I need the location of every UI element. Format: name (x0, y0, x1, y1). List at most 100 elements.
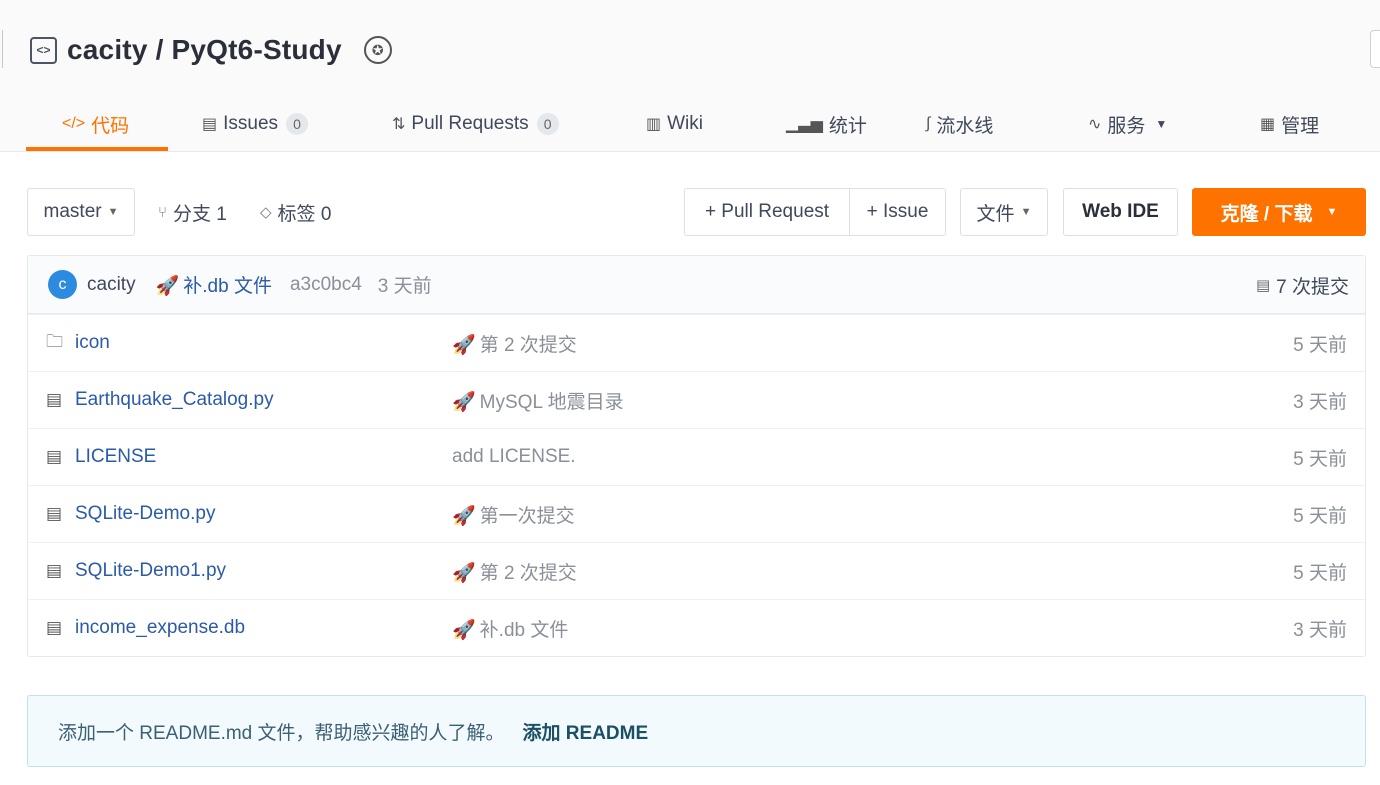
table-row[interactable]: ▤ Earthquake_Catalog.py 🚀 MySQL 地震目录 3 天前 (28, 371, 1365, 428)
rocket-icon: 🚀 (452, 334, 476, 356)
file-name[interactable]: SQLite-Demo.py (75, 503, 215, 525)
repo-title[interactable]: cacity / PyQt6-Study (67, 34, 342, 66)
clone-download-button[interactable]: 克隆 / 下载 ▼ (1192, 188, 1366, 236)
file-commit-message-text: 补.db 文件 (479, 619, 569, 641)
commit-message[interactable]: 🚀 补.db 文件 (156, 271, 272, 298)
commits-count-label: 7 次提交 (1276, 276, 1349, 298)
branch-icon: ⑂ (158, 203, 168, 221)
manage-doc-icon: ▦ (1260, 116, 1276, 133)
file-commit-message[interactable]: 🚀 第一次提交 (452, 501, 575, 528)
file-commit-message[interactable]: 🚀 补.db 文件 (452, 615, 568, 642)
issue-label: + Issue (866, 201, 929, 222)
tab-wiki[interactable]: ▥ Wiki (646, 96, 703, 152)
repo-header: <> cacity / PyQt6-Study ✪ </> 代码 ▤ Issue… (0, 0, 1380, 152)
issues-icon: ▤ (202, 116, 218, 133)
new-pull-request-button[interactable]: + Pull Request (684, 188, 850, 236)
file-commit-message-text: 第 2 次提交 (479, 334, 577, 356)
tab-pull-requests[interactable]: ⇅ Pull Requests 0 (392, 96, 559, 152)
tab-label: 流水线 (936, 115, 994, 137)
table-row[interactable]: ▤ LICENSE add LICENSE. 5 天前 (28, 428, 1365, 485)
file-time: 5 天前 (1293, 562, 1347, 584)
tab-label: 统计 (828, 115, 867, 137)
clone-label: 克隆 / 下载 (1220, 203, 1313, 225)
file-commit-message[interactable]: 🚀 第 2 次提交 (452, 558, 577, 585)
tab-label: 管理 (1281, 115, 1320, 137)
commit-hash[interactable]: a3c0bc4 (290, 274, 362, 296)
tab-code[interactable]: </> 代码 (62, 96, 129, 152)
web-ide-button[interactable]: Web IDE (1063, 188, 1178, 236)
table-row[interactable]: ▤ SQLite-Demo1.py 🚀 第 2 次提交 5 天前 (28, 542, 1365, 599)
commit-message-text: 补.db 文件 (183, 276, 272, 297)
file-time: 5 天前 (1293, 448, 1347, 470)
file-name[interactable]: LICENSE (75, 446, 156, 468)
wiki-book-icon: ▥ (646, 116, 662, 133)
table-row[interactable]: ▤ income_expense.db 🚀 补.db 文件 3 天前 (28, 599, 1365, 656)
file-time: 3 天前 (1293, 619, 1347, 641)
bar-chart-icon: ▁▃▅ (786, 116, 823, 133)
rocket-icon: 🚀 (452, 391, 476, 413)
file-commit-message[interactable]: 🚀 第 2 次提交 (452, 330, 577, 357)
code-repo-icon: <> (30, 36, 57, 64)
file-time: 5 天前 (1293, 505, 1347, 527)
repo-title-bar: <> cacity / PyQt6-Study ✪ (30, 30, 392, 70)
file-commit-message-text: MySQL 地震目录 (479, 391, 624, 413)
file-name[interactable]: Earthquake_Catalog.py (75, 389, 274, 411)
file-icon: ▤ (46, 447, 63, 466)
tab-label: 服务 (1107, 115, 1146, 137)
pulse-icon: ∿ (1088, 116, 1102, 133)
recommend-badge-icon[interactable]: ✪ (363, 36, 392, 64)
rocket-icon: 🚀 (452, 505, 476, 527)
file-label: 文件 (976, 203, 1015, 225)
rocket-icon: 🚀 (155, 276, 180, 297)
table-row[interactable]: 🗀 icon 🚀 第 2 次提交 5 天前 (28, 314, 1365, 371)
header-action-stub[interactable] (1370, 30, 1380, 68)
branches-label: 分支 1 (173, 203, 227, 225)
file-icon: ▤ (46, 618, 63, 637)
pull-requests-count-badge: 0 (536, 113, 559, 135)
commit-author[interactable]: cacity (87, 274, 136, 296)
file-name[interactable]: icon (75, 332, 110, 354)
avatar[interactable]: c (48, 270, 77, 299)
rocket-icon: 🚀 (452, 562, 476, 584)
tab-services[interactable]: ∿ 服务 ▼ (1088, 96, 1167, 152)
chevron-down-icon: ▼ (107, 206, 119, 218)
file-name[interactable]: SQLite-Demo1.py (75, 560, 226, 582)
latest-commit-bar: c cacity 🚀 补.db 文件 a3c0bc4 3 天前 ▤ 7 次提交 (28, 256, 1365, 314)
tab-stats[interactable]: ▁▃▅ 统计 (786, 96, 867, 152)
file-time: 3 天前 (1293, 391, 1347, 413)
add-readme-link[interactable]: 添加 README (523, 718, 649, 745)
repo-tabs: </> 代码 ▤ Issues 0 ⇅ Pull Requests 0 ▥ Wi… (26, 96, 1356, 152)
commits-count-link[interactable]: ▤ 7 次提交 (1256, 256, 1349, 314)
folder-icon: 🗀 (46, 331, 63, 351)
file-commit-message[interactable]: add LICENSE. (452, 446, 576, 468)
collapse-handle[interactable] (0, 30, 3, 68)
file-name[interactable]: income_expense.db (75, 617, 245, 639)
file-time: 5 天前 (1293, 334, 1347, 356)
tab-manage[interactable]: ▦ 管理 (1260, 96, 1319, 152)
chevron-down-icon: ▼ (1155, 117, 1168, 131)
branches-link[interactable]: ⑂ 分支 1 (158, 188, 227, 236)
table-row[interactable]: ▤ SQLite-Demo.py 🚀 第一次提交 5 天前 (28, 485, 1365, 542)
tab-pipeline[interactable]: ∫ 流水线 (926, 96, 993, 152)
issues-count-badge: 0 (286, 113, 309, 135)
readme-notice-text: 添加一个 README.md 文件，帮助感兴趣的人了解。 (58, 722, 505, 744)
active-tab-indicator (26, 147, 168, 151)
file-commit-message[interactable]: 🚀 MySQL 地震目录 (452, 387, 624, 414)
tab-label: 代码 (91, 115, 130, 137)
file-icon: ▤ (46, 390, 63, 409)
readme-notice: 添加一个 README.md 文件，帮助感兴趣的人了解。 添加 README (27, 695, 1366, 767)
file-commit-message-text: 第 2 次提交 (479, 562, 577, 584)
chevron-down-icon: ▼ (1326, 206, 1338, 218)
pull-request-label: + Pull Request (704, 201, 830, 222)
tab-issues[interactable]: ▤ Issues 0 (202, 96, 309, 152)
file-commit-message-text: 第一次提交 (479, 505, 575, 527)
file-icon: ▤ (46, 504, 63, 523)
tab-label: Issues (223, 113, 279, 134)
file-icon: ▤ (46, 561, 63, 580)
new-issue-button[interactable]: + Issue (849, 188, 946, 236)
web-ide-label: Web IDE (1082, 201, 1159, 222)
tags-link[interactable]: ◇ 标签 0 (260, 188, 331, 236)
branch-select[interactable]: master ▼ (27, 188, 135, 236)
file-menu-button[interactable]: 文件 ▼ (960, 188, 1048, 236)
tags-label: 标签 0 (277, 203, 332, 225)
